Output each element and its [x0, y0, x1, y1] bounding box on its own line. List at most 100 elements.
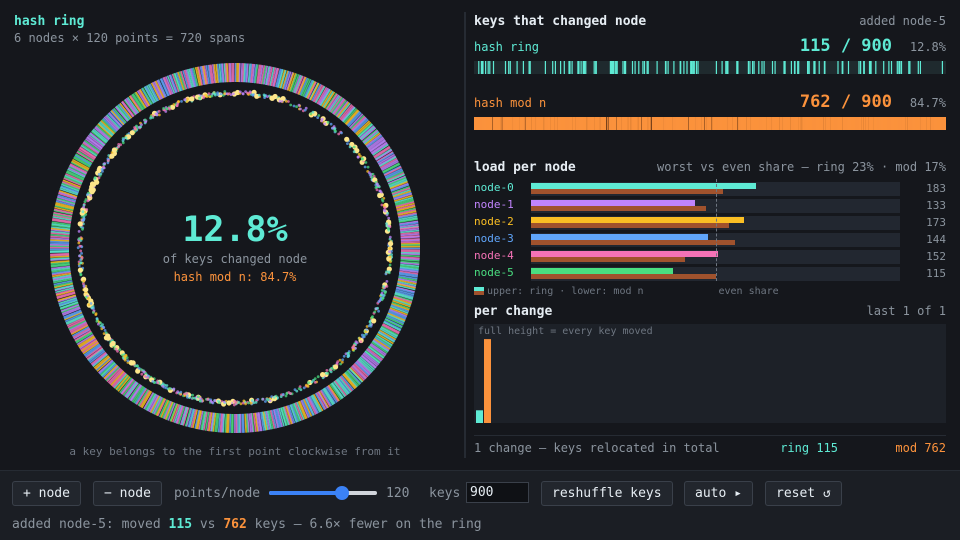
points-per-node-slider[interactable] [269, 486, 377, 500]
moved-key-tick [761, 61, 763, 74]
load-value: 173 [926, 216, 946, 229]
mod-changed-name: hash mod n [474, 96, 547, 110]
moved-key-tick [516, 61, 518, 74]
moved-key-tick [578, 117, 580, 130]
ring-span [400, 236, 420, 239]
moved-key-tick [872, 117, 874, 130]
moved-key-tick [763, 117, 765, 130]
key-dot [191, 393, 195, 397]
moved-key-tick [858, 61, 860, 74]
key-dot [386, 227, 390, 231]
key-dot [254, 401, 258, 404]
moved-key-tick [693, 61, 695, 74]
moved-key-tick [509, 61, 511, 74]
key-dot [382, 285, 386, 288]
moved-key-tick [870, 117, 872, 130]
key-dot [102, 166, 106, 170]
key-dot [78, 244, 82, 248]
ring-span [400, 241, 420, 244]
reset-button[interactable]: reset ↺ [765, 481, 842, 506]
key-dot [89, 194, 92, 197]
moved-key-tick [593, 117, 595, 130]
moved-key-tick [807, 61, 809, 74]
moved-key-tick [653, 117, 655, 130]
key-dot [382, 294, 385, 298]
load-value: 152 [926, 250, 946, 263]
key-dot [360, 333, 364, 337]
moved-key-tick [753, 61, 755, 74]
moved-key-tick [622, 117, 624, 130]
status-line: added node-5: moved 115 vs 762 keys — 6.… [12, 517, 482, 532]
moved-key-tick [860, 117, 862, 130]
key-dot [78, 254, 81, 258]
key-dot [302, 386, 306, 390]
key-dot [165, 107, 169, 111]
moved-key-tick [798, 61, 800, 74]
moved-key-tick [480, 61, 482, 74]
moved-key-tick [846, 117, 848, 130]
moved-key-tick [478, 61, 480, 74]
moved-key-tick [784, 61, 786, 74]
moved-key-tick [790, 61, 792, 74]
auto-button[interactable]: auto ▸ [684, 481, 753, 506]
load-node-name: node-1 [474, 198, 514, 211]
moved-key-tick [687, 117, 689, 130]
key-dot [382, 204, 386, 207]
moved-key-tick [585, 61, 587, 74]
moved-key-tick [613, 61, 615, 74]
key-dot [352, 145, 356, 149]
key-dot [386, 211, 390, 215]
key-dot [317, 114, 321, 117]
key-dot [385, 222, 388, 226]
key-dot [97, 176, 101, 180]
even-share-line [715, 179, 717, 281]
key-dot [216, 91, 220, 95]
moved-key-tick [719, 117, 721, 130]
key-dot [79, 258, 83, 261]
moved-key-tick [549, 117, 551, 130]
keys-input[interactable] [466, 482, 529, 503]
key-dot [295, 105, 298, 109]
key-dot [196, 395, 200, 399]
moved-key-tick [862, 117, 864, 130]
moved-key-tick [625, 61, 627, 74]
key-dot [375, 188, 379, 192]
ring-span [239, 413, 242, 433]
ring-span [50, 255, 70, 258]
moved-key-tick [729, 117, 731, 130]
moved-key-tick [626, 117, 628, 130]
moved-key-tick [909, 61, 911, 74]
load-node-name: node-3 [474, 232, 514, 245]
ring-span [244, 413, 247, 433]
moved-key-tick [864, 117, 866, 130]
moved-key-tick [642, 61, 644, 74]
key-dot [117, 145, 120, 149]
moved-key-dot [105, 335, 111, 341]
key-dot [176, 390, 180, 394]
moved-key-tick [667, 61, 669, 74]
slider-thumb[interactable] [334, 486, 349, 500]
status-ring-count: 115 [168, 517, 193, 532]
moved-key-dot [320, 372, 326, 378]
moved-key-tick [725, 61, 727, 74]
key-dot [161, 382, 165, 386]
moved-key-dot [89, 189, 95, 195]
moved-key-dot [77, 221, 83, 227]
moved-key-tick [662, 117, 664, 130]
key-dot [388, 247, 392, 250]
key-dot [156, 381, 160, 385]
moved-key-dot [371, 318, 377, 324]
key-dot [369, 323, 372, 326]
moved-key-tick [749, 117, 751, 130]
key-dot [357, 152, 361, 156]
key-dot [103, 329, 107, 332]
remove-node-button[interactable]: − node [93, 481, 162, 506]
reshuffle-keys-button[interactable]: reshuffle keys [541, 481, 673, 506]
moved-key-tick [491, 117, 493, 130]
moved-key-tick [530, 117, 532, 130]
total-divider [474, 435, 946, 436]
moved-key-tick [803, 117, 805, 130]
add-node-button[interactable]: + node [12, 481, 81, 506]
load-title: load per node [474, 160, 576, 175]
moved-key-dot [91, 181, 97, 187]
